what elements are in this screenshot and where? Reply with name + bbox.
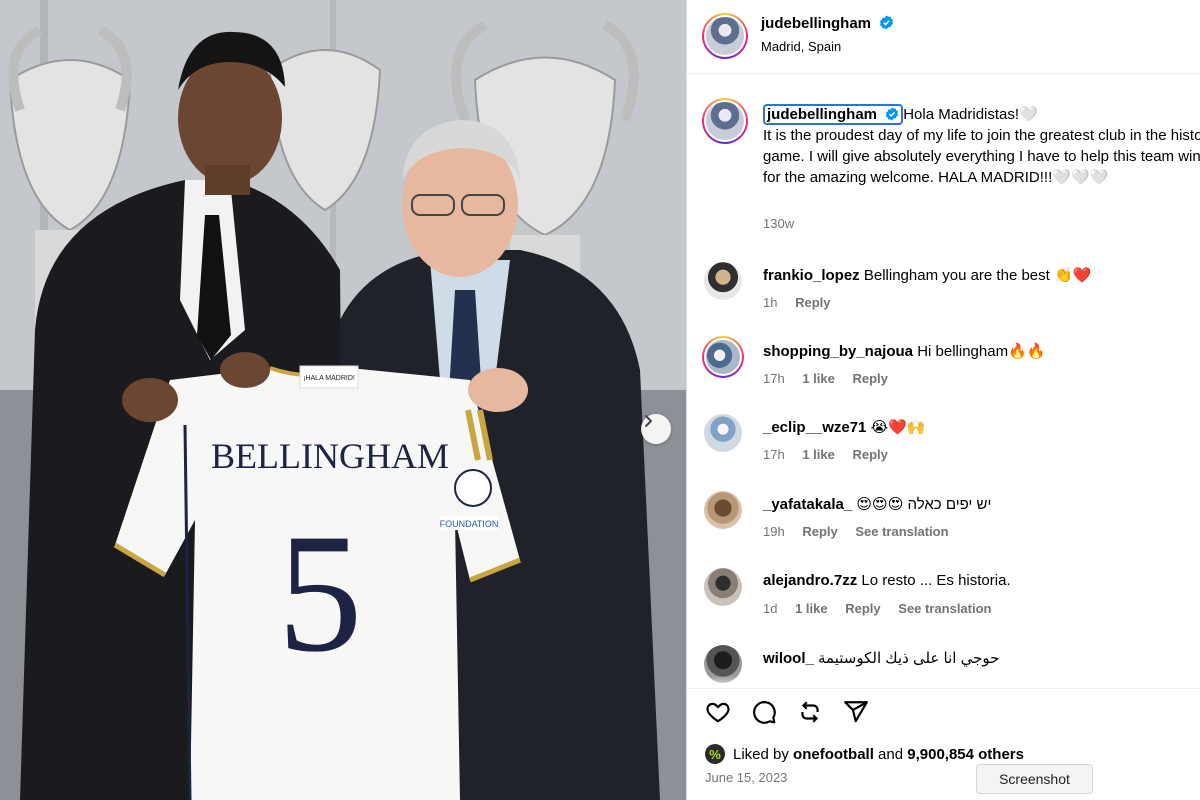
caption-avatar[interactable] (702, 98, 748, 144)
post-side-panel: judebellingham Madrid, Spain judebelling… (686, 0, 1200, 800)
screenshot-tooltip: Screenshot (976, 764, 1093, 794)
post-image: ¡HALA MADRID! BELLINGHAM 5 FOUNDATION (0, 0, 686, 800)
comment-username[interactable]: alejandro.7zz (763, 572, 857, 589)
likes-and: and (878, 745, 904, 763)
caption-body: It is the proudest day of my life to joi… (763, 127, 1200, 186)
comment-likes[interactable]: 1 like (802, 371, 835, 386)
author-username[interactable]: judebellingham (761, 15, 871, 32)
verified-badge-icon (880, 15, 894, 30)
caption-username[interactable]: judebellingham (763, 104, 904, 125)
comment-username[interactable]: shopping_by_najoua (763, 343, 913, 360)
comment-likes[interactable]: 1 like (802, 447, 835, 462)
liker-avatar: % (705, 744, 725, 764)
see-translation-button[interactable]: See translation (898, 601, 991, 616)
like-button[interactable] (703, 697, 733, 727)
caption-username-text: judebellingham (767, 106, 878, 123)
share-icon (844, 701, 868, 723)
comment-avatar[interactable] (704, 491, 742, 529)
jersey-number: 5 (278, 499, 363, 687)
comment-text: Hi bellingham🔥🔥 (917, 343, 1046, 360)
caption-time[interactable]: 130w (763, 216, 794, 231)
reply-button[interactable]: Reply (802, 524, 837, 539)
post-photo[interactable]: ¡HALA MADRID! BELLINGHAM 5 FOUNDATION (0, 0, 686, 800)
reply-button[interactable]: Reply (845, 601, 880, 616)
post-location[interactable]: Madrid, Spain (761, 39, 841, 54)
likes-summary[interactable]: % Liked by onefootball and 9,900,854 oth… (705, 744, 1024, 764)
comment-time[interactable]: 1d (763, 601, 777, 616)
comment-avatar[interactable] (704, 414, 742, 452)
share-button[interactable] (841, 697, 871, 727)
caption-text: judebellingham Hola Madridistas!🤍 It is … (763, 104, 1200, 188)
reply-button[interactable]: Reply (795, 295, 830, 310)
post-date: June 15, 2023 (705, 770, 788, 785)
comment: alejandro.7zz Lo resto ... Es historia. … (687, 566, 1200, 636)
repost-icon (801, 701, 819, 723)
comment-time[interactable]: 19h (763, 524, 785, 539)
comment: frankio_lopez Bellingham you are the bes… (687, 260, 1200, 330)
jersey-name: BELLINGHAM (211, 436, 449, 476)
chevron-right-icon (645, 415, 652, 427)
caption-line1: Hola Madridistas!🤍 (903, 106, 1038, 123)
comment-text: 😍😍😍 יש יפים כאלה (856, 496, 992, 513)
repost-button[interactable] (795, 697, 825, 727)
likes-count[interactable]: 9,900,854 others (907, 746, 1024, 763)
comment: _eclip__wze71 😭❤️🙌 17h 1 like Reply (687, 412, 1200, 482)
comment-text: Bellingham you are the best 👏❤️ (863, 267, 1092, 284)
post-header: judebellingham Madrid, Spain (687, 0, 1200, 74)
comment-username[interactable]: wilool_ (763, 650, 814, 667)
comment-username[interactable]: _yafatakala_ (763, 496, 852, 513)
comment-username[interactable]: frankio_lopez (763, 267, 860, 284)
heart-icon (706, 702, 730, 723)
reply-button[interactable]: Reply (852, 447, 887, 462)
verified-badge-icon (886, 107, 899, 121)
reply-button[interactable]: Reply (852, 371, 887, 386)
comment-button[interactable] (749, 697, 779, 727)
comment-icon (753, 701, 776, 724)
comment-avatar[interactable] (704, 568, 742, 606)
comment-avatar[interactable] (704, 262, 742, 300)
comment-username[interactable]: _eclip__wze71 (763, 419, 866, 436)
comment-likes[interactable]: 1 like (795, 601, 828, 616)
comment-text: 😭❤️🙌 (870, 419, 926, 436)
post-actions: % Liked by onefootball and 9,900,854 oth… (687, 688, 1200, 800)
author-avatar[interactable] (702, 13, 748, 59)
likes-prefix: Liked by (733, 745, 789, 763)
foundation-badge: FOUNDATION (440, 519, 499, 529)
comment-text: Lo resto ... Es historia. (861, 572, 1011, 589)
comment-time[interactable]: 1h (763, 295, 777, 310)
next-image-button[interactable] (641, 414, 671, 444)
comment-avatar[interactable] (702, 336, 744, 378)
comment-time[interactable]: 17h (763, 447, 785, 462)
comment-time[interactable]: 17h (763, 371, 785, 386)
comment-text: حوجي انا على ذيك الكوستيمة (818, 650, 1000, 667)
liker-username[interactable]: onefootball (793, 746, 874, 763)
comment: shopping_by_najoua Hi bellingham🔥🔥 17h 1… (687, 336, 1200, 406)
jersey-tag: ¡HALA MADRID! (303, 375, 355, 382)
comment: _yafatakala_ 😍😍😍 יש יפים כאלה 19h Reply … (687, 489, 1200, 559)
see-translation-button[interactable]: See translation (855, 524, 948, 539)
